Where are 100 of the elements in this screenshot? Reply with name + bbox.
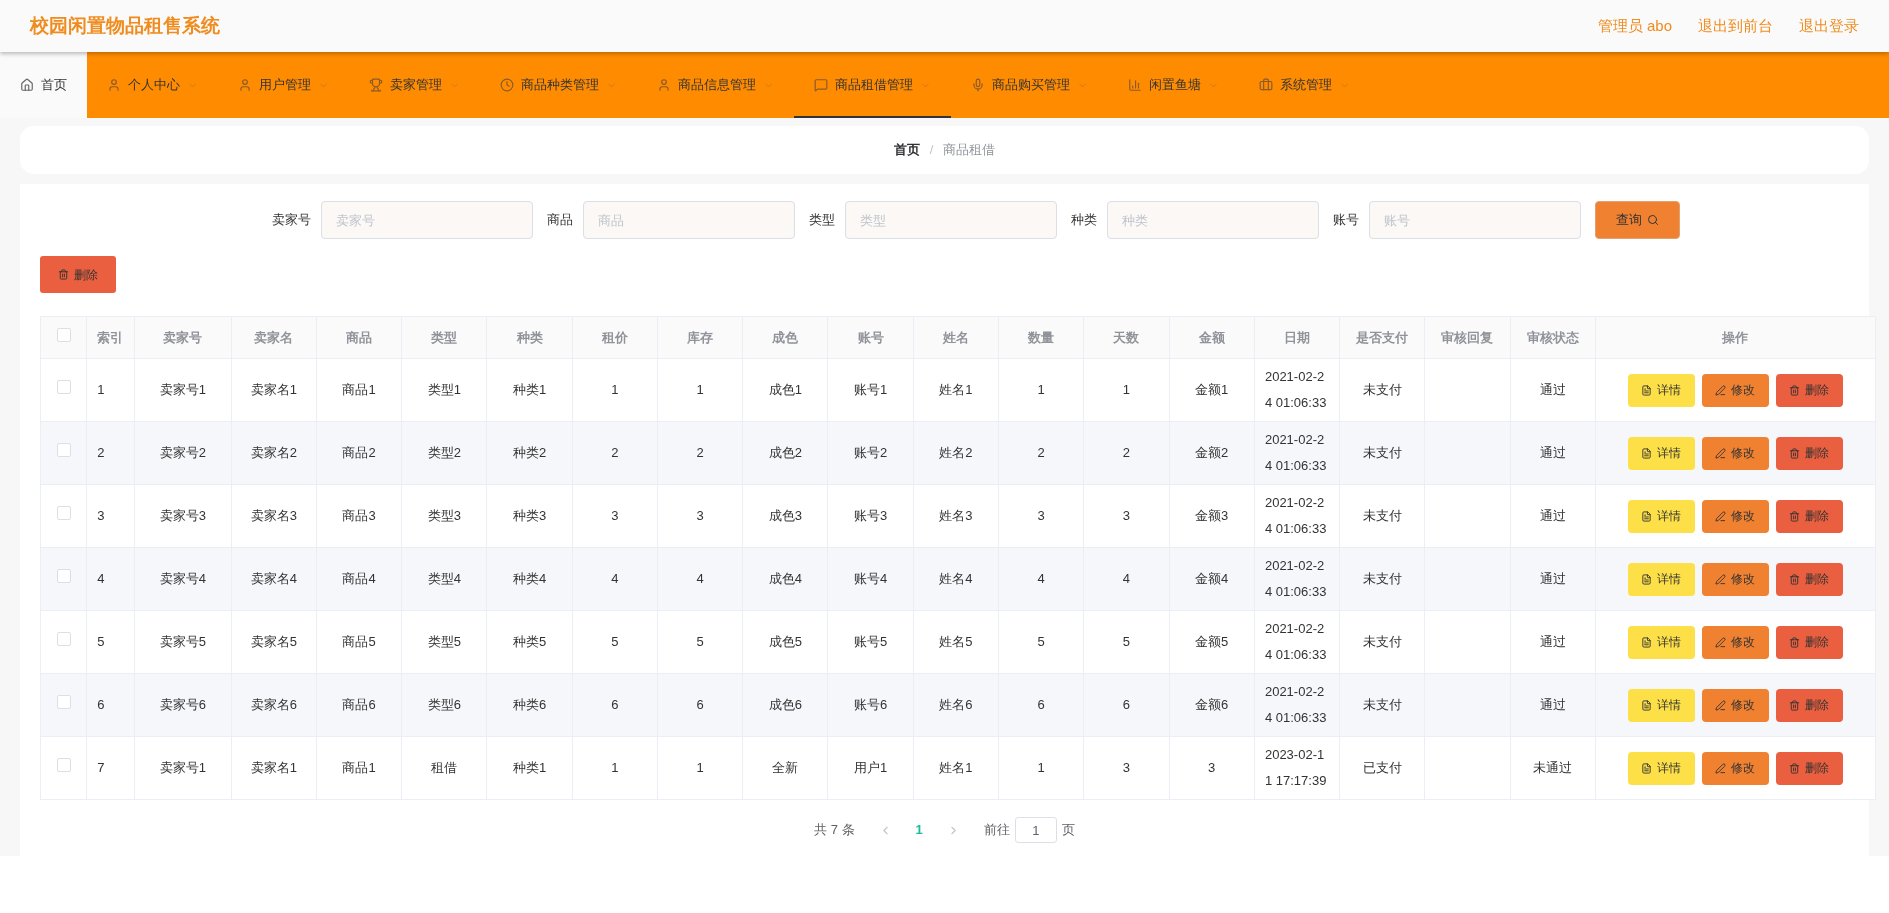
search-field[interactable]: 账号 [1368,201,1581,239]
row-action-button[interactable]: 删除 [1775,562,1843,596]
column-header: 成色 [742,316,828,359]
table-cell-text: 2021-02-24 01:06:33 [1264,431,1328,475]
nav-tab[interactable]: 首页 [0,52,87,118]
app-title: 校园闲置物品租售系统 [30,13,220,38]
table-cell: 1 [1037,382,1045,397]
table-cell: 全新 [772,760,799,775]
delete-button[interactable]: 删除 [40,256,116,293]
row-action-button[interactable]: 详情 [1627,562,1695,596]
checkbox[interactable] [56,380,71,395]
table-cell: 5 [1122,634,1130,649]
table-cell: 通过 [1539,571,1566,586]
document-icon [1641,699,1653,711]
row-action-button[interactable]: 删除 [1775,373,1843,407]
nav-tab[interactable]: 卖家管理 [349,52,480,118]
row-action-button[interactable]: 详情 [1627,688,1695,722]
table-cell: 1 [97,382,105,397]
table-cell: 成色5 [768,634,802,649]
table-cell: 3 [1037,508,1045,523]
query-button[interactable]: 查询 [1594,201,1680,239]
table-cell-text: 2021-02-24 01:06:33 [1264,494,1328,538]
table-cell: 4 [97,571,105,586]
search-field[interactable]: 类型 [844,201,1057,239]
checkbox[interactable] [56,506,71,521]
table-cell: 通过 [1539,508,1566,523]
row-action-button[interactable]: 详情 [1627,499,1695,533]
row-action-button[interactable]: 删除 [1775,436,1843,470]
breadcrumb-item[interactable]: 首页 [893,140,920,160]
search-field[interactable]: 卖家号 [320,201,533,239]
checkbox[interactable] [56,695,71,710]
row-action-button[interactable]: 详情 [1627,436,1695,470]
nav-tab[interactable]: 商品购买管理 [951,52,1108,118]
table-cell: 账号1 [854,382,888,397]
search-field[interactable]: 商品 [582,201,795,239]
document-icon [1641,573,1653,585]
checkbox[interactable] [56,327,71,342]
row-action-button[interactable]: 修改 [1701,373,1769,407]
table-cell: 成色3 [768,508,802,523]
table-cell: 租借 [431,760,458,775]
table-cell: 种类3 [512,508,547,523]
column-header: 卖家名 [231,316,317,359]
trash-icon [1789,384,1801,396]
table-cell-text: 2023-02-11 17:17:39 [1264,746,1328,790]
row-action-button[interactable]: 修改 [1701,688,1769,722]
pen-icon [1715,384,1727,396]
column-header: 审核回复 [1424,316,1511,359]
nav-tab[interactable]: 闲置鱼塘 [1108,52,1239,118]
trash-icon [1789,447,1801,459]
search-field[interactable]: 种类 [1106,201,1319,239]
table-cell: 类型3 [427,508,461,523]
table-cell: 账号2 [854,445,888,460]
field-label: 种类 [1070,211,1097,230]
row-action-button[interactable]: 删除 [1775,625,1843,659]
field-label: 商品 [546,211,573,230]
nav-tab[interactable]: 商品信息管理 [637,52,794,118]
column-header: 是否支付 [1339,316,1425,359]
checkbox[interactable] [56,758,71,773]
row-action-button[interactable]: 详情 [1627,373,1695,407]
table-cell: 类型5 [427,634,461,649]
table-cell: 2 [1122,445,1130,460]
row-action-button[interactable]: 修改 [1701,562,1769,596]
checkbox[interactable] [56,443,71,458]
user-icon [107,78,121,92]
table-cell: 用户1 [854,760,888,775]
row-action-button[interactable]: 删除 [1775,751,1843,785]
table-cell: 3 [97,508,105,523]
field-label: 类型 [808,211,835,230]
table-cell: 4 [696,571,704,586]
row-action-button[interactable]: 详情 [1627,625,1695,659]
nav-tab[interactable]: 个人中心 [87,52,218,118]
table-cell: 卖家名6 [250,697,297,712]
nav-tab[interactable]: 商品种类管理 [480,52,637,118]
bar-chart-icon [1128,78,1142,92]
row-action-button[interactable]: 修改 [1701,499,1769,533]
pen-icon [1715,510,1727,522]
nav-tab[interactable]: 系统管理 [1239,52,1370,118]
column-header: 审核状态 [1510,316,1596,359]
table-cell: 4 [1122,571,1130,586]
total-count: 共 7 条 [814,821,855,840]
row-action-button[interactable]: 修改 [1701,436,1769,470]
checkbox[interactable] [56,632,71,647]
row-action-button[interactable]: 修改 [1701,751,1769,785]
table-cell: 6 [611,697,619,712]
table-cell: 通过 [1539,697,1566,712]
table-cell: 未支付 [1362,697,1402,712]
table-cell: 卖家名2 [250,445,297,460]
row-action-button[interactable]: 删除 [1775,688,1843,722]
page-input[interactable]: 1 [1014,817,1057,843]
nav-tab[interactable]: 用户管理 [218,52,349,118]
table-cell: 2 [611,445,619,460]
clock-icon [500,78,514,92]
column-header: 账号 [827,316,914,359]
table-cell: 姓名3 [939,508,973,523]
document-icon [1641,636,1653,648]
row-action-button[interactable]: 详情 [1627,751,1695,785]
row-action-button[interactable]: 删除 [1775,499,1843,533]
row-action-button[interactable]: 修改 [1701,625,1769,659]
checkbox[interactable] [56,569,71,584]
table-cell-text: 2021-02-24 01:06:33 [1264,620,1328,664]
